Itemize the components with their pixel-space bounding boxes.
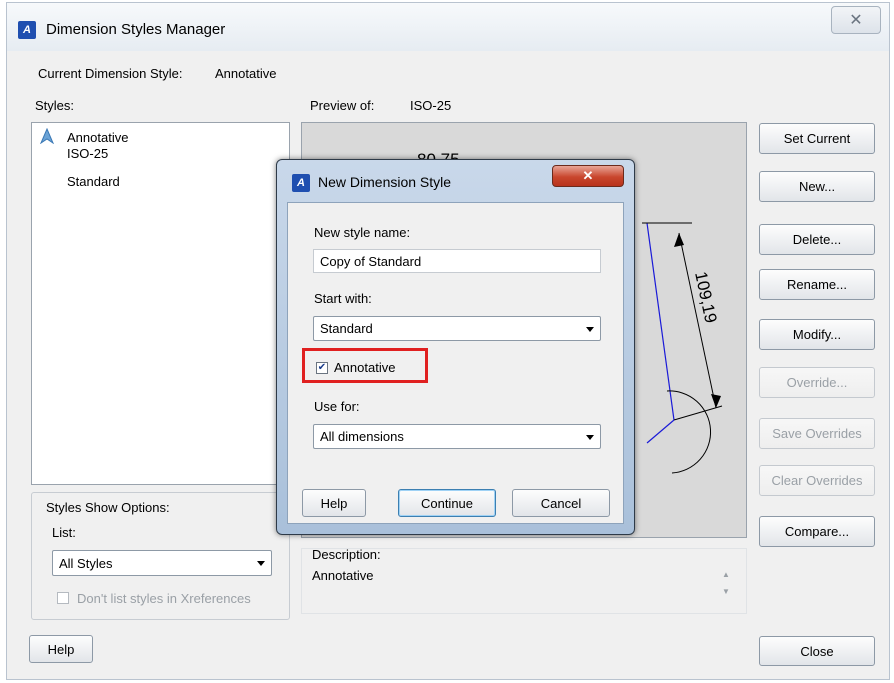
continue-button[interactable]: Continue <box>398 489 496 517</box>
dialog-app-icon: A <box>292 174 310 192</box>
new-style-button[interactable]: New... <box>759 171 875 202</box>
list-item[interactable]: ISO-25 <box>67 146 108 161</box>
delete-button[interactable]: Delete... <box>759 224 875 255</box>
preview-dim-side: 109,19 <box>691 270 720 325</box>
dialog-help-button[interactable]: Help <box>302 489 366 517</box>
annotative-icon <box>39 127 55 145</box>
save-overrides-button[interactable]: Save Overrides <box>759 418 875 449</box>
preview-label: Preview of: <box>310 98 375 113</box>
close-icon: ✕ <box>849 12 863 29</box>
scroll-up-icon[interactable]: ▲ <box>722 570 730 579</box>
use-for-value: All dimensions <box>320 429 404 444</box>
start-with-label: Start with: <box>314 291 372 306</box>
compare-button[interactable]: Compare... <box>759 516 875 547</box>
use-for-label: Use for: <box>314 399 360 414</box>
window-title: Dimension Styles Manager <box>46 21 226 38</box>
styles-show-options-label: Styles Show Options: <box>44 500 172 515</box>
list-label: List: <box>52 525 76 540</box>
styles-list[interactable]: Annotative ISO-25 Standard <box>31 122 290 485</box>
xref-label: Don't list styles in Xreferences <box>77 591 251 606</box>
set-current-button[interactable]: Set Current <box>759 123 875 154</box>
rename-button[interactable]: Rename... <box>759 269 875 300</box>
description-value: Annotative <box>312 568 374 583</box>
preview-style-name: ISO-25 <box>410 98 452 113</box>
xref-checkbox[interactable] <box>57 592 69 604</box>
clear-overrides-button[interactable]: Clear Overrides <box>759 465 875 496</box>
description-label: Description: <box>312 547 381 562</box>
close-icon: ✕ <box>582 168 594 183</box>
annotative-label: Annotative <box>334 360 396 375</box>
chevron-down-icon <box>586 434 594 440</box>
cancel-button[interactable]: Cancel <box>512 489 610 517</box>
modify-button[interactable]: Modify... <box>759 319 875 350</box>
current-style-value: Annotative <box>215 66 277 81</box>
chevron-down-icon <box>586 326 594 332</box>
style-name-input[interactable]: Copy of Standard <box>313 249 601 273</box>
current-style-label: Current Dimension Style: <box>38 66 183 81</box>
start-with-value: Standard <box>320 321 373 336</box>
annotative-checkbox[interactable]: ✔ <box>316 362 328 374</box>
override-button[interactable]: Override... <box>759 367 875 398</box>
scroll-down-icon[interactable]: ▼ <box>722 587 730 596</box>
checkmark-icon: ✔ <box>317 362 327 373</box>
close-window-button[interactable]: ✕ <box>831 6 881 34</box>
list-item[interactable]: Standard <box>67 174 120 189</box>
dialog-title: New Dimension Style <box>318 174 452 190</box>
start-with-dropdown[interactable]: Standard <box>313 316 601 341</box>
use-for-dropdown[interactable]: All dimensions <box>313 424 601 449</box>
list-filter-dropdown[interactable]: All Styles <box>52 550 272 576</box>
list-item[interactable]: Annotative <box>67 130 128 145</box>
list-filter-value: All Styles <box>59 555 113 571</box>
style-name-label: New style name: <box>314 225 411 240</box>
help-button[interactable]: Help <box>29 635 93 663</box>
close-button[interactable]: Close <box>759 636 875 666</box>
dialog-close-button[interactable]: ✕ <box>552 165 624 187</box>
styles-label: Styles: <box>35 98 75 113</box>
chevron-down-icon <box>257 561 265 566</box>
app-icon: A <box>18 21 36 39</box>
